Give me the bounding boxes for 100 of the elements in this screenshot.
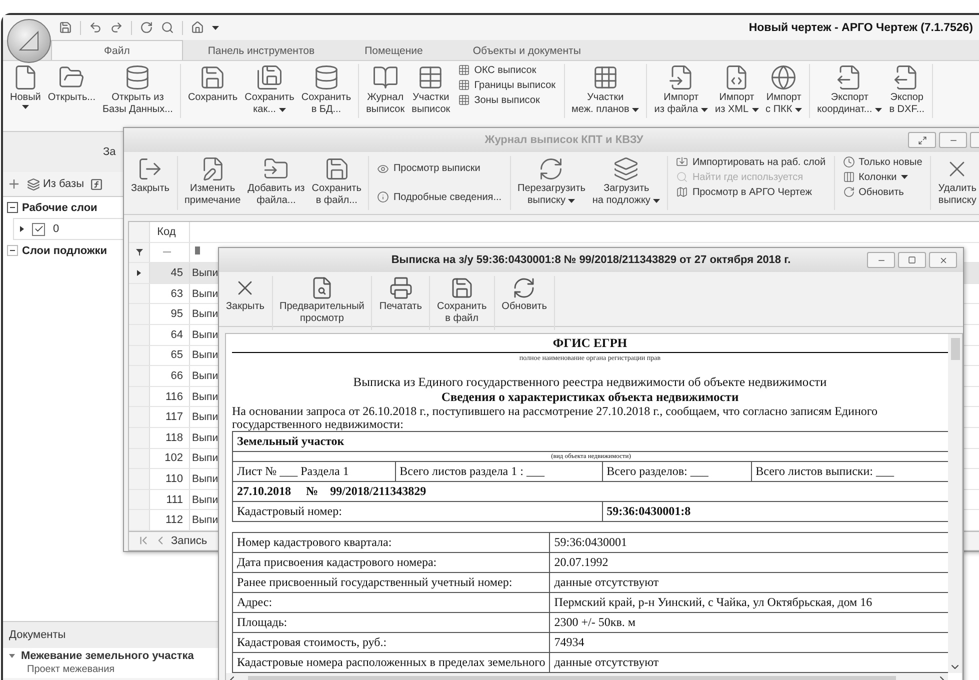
ribbon-button[interactable]: Сохранить как... — [242, 64, 298, 116]
table-cell: Кадастровая стоимость, руб.: — [232, 632, 550, 652]
toolbar-button[interactable]: Предварительный просмотр — [276, 276, 368, 325]
database-icon — [312, 64, 340, 91]
tree-item[interactable]: Слои подложки — [22, 244, 108, 256]
scroll-thumb[interactable] — [950, 338, 960, 360]
toolbar-button[interactable]: Подробные сведения... — [377, 191, 502, 204]
ribbon-tab[interactable]: Файл — [51, 40, 183, 60]
function-icon[interactable] — [90, 178, 103, 190]
window-title: Журнал выписок КПТ и КВЗУ — [484, 134, 644, 146]
ribbon-button[interactable]: Зоны выписок — [458, 94, 556, 106]
columns-icon — [842, 171, 855, 183]
ribbon-button[interactable]: Импорт из XML — [712, 64, 762, 116]
layer-checkbox[interactable] — [32, 222, 45, 236]
row-pointer-icon — [137, 270, 141, 276]
tree-item[interactable]: Проект межевания — [3, 664, 218, 676]
table-cell: 59:36:0430001 — [550, 532, 948, 552]
toolbar-button[interactable]: Импортировать на раб. слой — [676, 156, 826, 168]
toolbar-button[interactable]: Закрыть — [223, 276, 268, 313]
table-cell: Кадастровый номер: — [232, 502, 602, 522]
table-cell: 95 — [150, 304, 190, 324]
refresh-icon — [512, 276, 536, 300]
toolbar-button[interactable]: Изменить примечание — [182, 156, 244, 207]
toolbar-button[interactable]: Сохранить в файл... — [308, 156, 364, 207]
table-cell: Адрес: — [232, 592, 550, 612]
panel-title: За — [103, 146, 116, 158]
vertical-scrollbar[interactable] — [948, 334, 962, 673]
ribbon-button[interactable]: Импорт с ПКК — [762, 64, 806, 116]
expander-icon[interactable] — [9, 653, 15, 659]
book-icon — [372, 64, 399, 91]
table-cell-text: Выпи — [191, 494, 218, 506]
minimize-button[interactable] — [867, 252, 895, 268]
toolbar-button[interactable]: Обновить — [498, 276, 550, 313]
toolbar-button[interactable]: Просмотр выписки — [377, 162, 502, 175]
grid-icon — [458, 79, 470, 91]
object-type: Земельный участок — [232, 432, 948, 452]
table-cell: Ранее присвоенный государственный учетный номер: — [232, 572, 550, 592]
toolbar-button[interactable]: Загрузить на подложку — [589, 156, 664, 207]
ribbon-tab[interactable]: Объекты и документы — [448, 40, 606, 60]
floppy-icon[interactable] — [59, 21, 72, 34]
ribbon-tab[interactable]: Панель инструментов — [182, 40, 340, 60]
maximize-icon — [908, 256, 916, 264]
table-cell: Дата присвоения кадастрового номера: — [232, 552, 550, 572]
maximize-button[interactable] — [898, 252, 926, 268]
ribbon-button[interactable]: Экспор в DXF... — [886, 64, 928, 116]
toolbar-button[interactable]: Удалить выписку — [935, 156, 979, 207]
toolbar-button[interactable]: Только новые — [842, 156, 922, 168]
exit-icon — [137, 156, 164, 182]
undo-icon[interactable] — [89, 21, 102, 34]
toolbar-button[interactable]: Добавить из файла... — [244, 156, 308, 207]
expander-icon[interactable] — [7, 245, 18, 256]
search-icon[interactable] — [161, 21, 174, 34]
toolbar-button[interactable]: Просмотр в АРГО Чертеж — [676, 186, 826, 198]
from-database-button[interactable]: Из базы — [27, 178, 84, 190]
table-cell-text: Выпи — [191, 472, 218, 485]
home-icon[interactable] — [191, 21, 204, 34]
refresh-icon — [538, 156, 564, 182]
table-cell-text: Выпи — [191, 266, 218, 279]
equals-icon[interactable] — [162, 250, 170, 254]
add-icon[interactable] — [7, 177, 21, 191]
toolbar-button[interactable]: Перезагрузить выписку — [514, 156, 588, 207]
toolbar-button[interactable]: Колонки — [842, 171, 922, 183]
toolbar-button[interactable]: Закрыть — [128, 156, 173, 195]
ribbon-tab[interactable]: Помещение — [340, 40, 448, 60]
clock-icon — [842, 156, 855, 168]
redo-icon[interactable] — [110, 21, 123, 34]
table-cell-text: Выпи — [191, 288, 218, 300]
fullscreen-button[interactable] — [908, 132, 936, 148]
grid-icon — [592, 64, 619, 91]
minimize-button[interactable] — [939, 132, 967, 148]
row-indicator[interactable] — [129, 263, 150, 283]
close-button[interactable] — [929, 252, 957, 268]
ribbon-button[interactable]: Открыть из Базы Данных... — [99, 64, 176, 116]
ribbon-button[interactable]: ОКС выписок — [458, 64, 556, 76]
number-sign: № — [306, 484, 318, 498]
toolbar-button[interactable]: Печатать — [376, 276, 425, 313]
ribbon-button[interactable]: Экспорт координат... — [814, 64, 886, 116]
ribbon-button[interactable]: Участки выписок — [408, 64, 454, 116]
grid-icon — [458, 94, 470, 106]
column-header[interactable]: Код — [150, 222, 190, 242]
ribbon-button[interactable]: Участки меж. планов — [568, 64, 642, 116]
ribbon-button[interactable]: Границы выписок — [458, 79, 556, 91]
ribbon-button[interactable]: Журнал выписок — [363, 64, 408, 116]
floppy-icon — [256, 64, 283, 91]
ribbon-button[interactable]: Новый — [7, 64, 44, 109]
toolbar-button[interactable]: Обновить — [842, 186, 922, 198]
expander-icon[interactable] — [7, 202, 18, 213]
intro-paragraph: На основании запроса от 26.10.2018 г., поступившего на рассмотрение 27.10.2018 г., сообщаем, что согласно записям Единого государственного недвижимости: — [232, 405, 879, 431]
ribbon-button[interactable]: Сохранить в БД... — [298, 64, 354, 116]
ribbon-button[interactable]: Открыть... — [44, 64, 98, 104]
refresh-icon[interactable] — [140, 21, 153, 34]
filter-icon[interactable] — [136, 248, 142, 256]
document-number: 99/2018/211343829 — [330, 484, 426, 498]
tree-item[interactable]: Рабочие слои — [22, 202, 98, 214]
ribbon-button[interactable]: Импорт из файла — [651, 64, 712, 116]
tree-item[interactable]: Межевание земельного участка — [21, 650, 194, 662]
ribbon-button[interactable]: Сохранить — [184, 64, 241, 104]
close-icon — [938, 256, 948, 264]
toolbar-button[interactable]: Сохранить в файл — [434, 276, 490, 325]
table-cell: 110 — [150, 469, 190, 489]
